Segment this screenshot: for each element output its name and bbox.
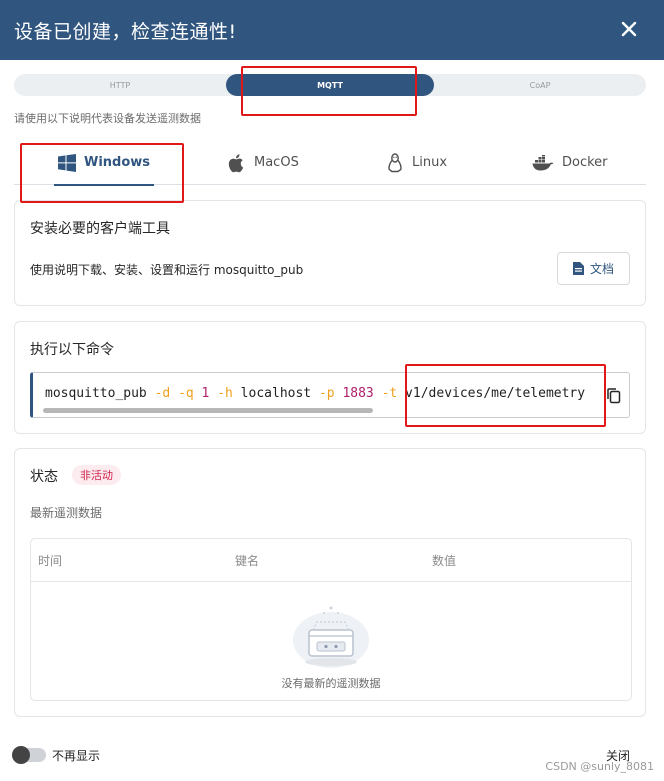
tab-http[interactable]: HTTP — [14, 74, 226, 96]
os-tabs: Windows MacOS Linux Docker — [14, 140, 646, 186]
tab-coap[interactable]: CoAP — [434, 74, 646, 96]
command-title: 执行以下命令 — [30, 342, 114, 358]
tab-linux[interactable]: Linux — [386, 140, 447, 185]
toggle-knob — [12, 746, 30, 764]
telemetry-table: 时间 键名 数值 没有最新的遥测数据 — [30, 538, 632, 701]
install-tools-card: 安装必要的客户端工具 使用说明下载、安装、设置和运行 mosquitto_pub… — [14, 200, 646, 306]
apple-icon — [228, 153, 244, 172]
windows-icon — [58, 153, 76, 172]
empty-state: 没有最新的遥测数据 — [31, 582, 631, 700]
dialog-header: 设备已创建，检查连通性! — [0, 0, 664, 60]
tab-mqtt[interactable]: MQTT — [226, 74, 434, 96]
docs-button-label: 文档 — [589, 262, 614, 276]
status-badge: 非活动 — [72, 465, 121, 485]
install-tools-text: 使用说明下载、安装、设置和运行 mosquitto_pub — [30, 263, 304, 277]
tab-windows[interactable]: Windows — [54, 140, 155, 186]
close-icon — [621, 21, 637, 37]
column-header-key: 键名 — [235, 554, 260, 568]
column-header-value: 数值 — [432, 554, 457, 568]
command-text[interactable]: mosquitto_pub -d -q 1 -h localhost -p 18… — [45, 386, 585, 401]
copy-button[interactable] — [605, 387, 623, 405]
command-code-block[interactable]: mosquitto_pub -d -q 1 -h localhost -p 18… — [30, 372, 630, 418]
active-tab-indicator — [54, 184, 155, 186]
table-header: 时间 键名 数值 — [31, 539, 631, 582]
document-icon — [572, 262, 584, 275]
command-card: 执行以下命令 mosquitto_pub -d -q 1 -h localhos… — [14, 321, 646, 434]
docker-icon — [532, 154, 554, 170]
instructions-hint: 请使用以下说明代表设备发送遥测数据 — [14, 112, 201, 125]
column-header-time: 时间 — [38, 554, 63, 568]
empty-state-text: 没有最新的遥测数据 — [281, 677, 381, 690]
protocol-tabs: HTTP MQTT CoAP — [14, 74, 646, 96]
latest-telemetry-label: 最新遥测数据 — [30, 506, 103, 520]
linux-icon — [388, 152, 402, 172]
tab-linux-label: Linux — [412, 155, 448, 170]
watermark: CSDN @sunly_8081 — [545, 760, 654, 773]
status-title: 状态 — [30, 469, 58, 485]
horizontal-scrollbar[interactable] — [43, 408, 373, 413]
docs-button[interactable]: 文档 — [557, 252, 630, 285]
dont-show-label: 不再显示 — [52, 749, 101, 763]
dialog-title: 设备已创建，检查连通性! — [14, 20, 237, 43]
tab-docker-label: Docker — [562, 155, 608, 170]
install-tools-title: 安装必要的客户端工具 — [30, 221, 170, 237]
copy-icon — [607, 388, 621, 404]
status-card: 状态 非活动 最新遥测数据 时间 键名 数值 没有最新的遥测数据 — [14, 448, 646, 717]
tab-macos[interactable]: MacOS — [228, 140, 299, 185]
close-button[interactable] — [616, 16, 642, 42]
tab-windows-label: Windows — [84, 155, 151, 170]
empty-box-icon — [293, 606, 369, 668]
tab-docker[interactable]: Docker — [532, 140, 608, 185]
dont-show-toggle[interactable] — [12, 746, 46, 764]
tab-macos-label: MacOS — [254, 155, 299, 170]
